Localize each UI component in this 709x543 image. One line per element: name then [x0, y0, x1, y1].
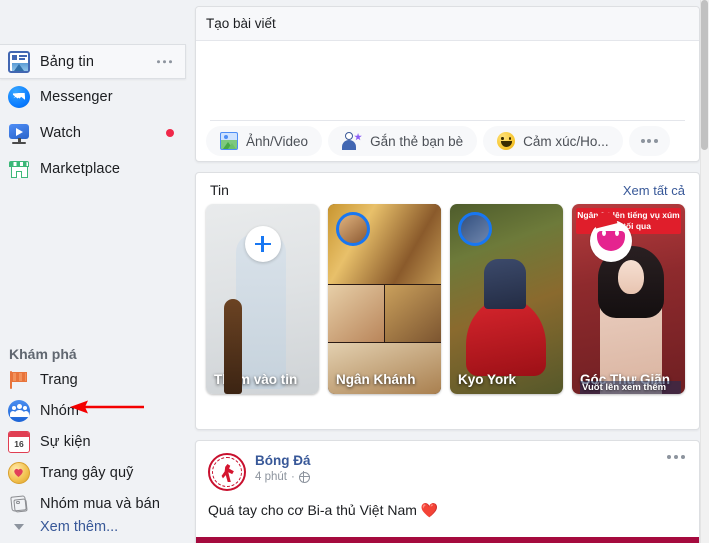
post-dot-separator: ·	[290, 471, 295, 483]
stories-title: Tin	[210, 182, 229, 198]
sidebar-item-marketplace[interactable]: Marketplace	[0, 151, 190, 187]
create-post-title: Tạo bài viết	[206, 16, 276, 31]
explore-nav: Trang Nhóm 16 Sự kiện Trang gây quỹ Nhóm…	[0, 364, 190, 519]
feeling-activity-icon	[497, 132, 516, 150]
page-scrollbar[interactable]	[700, 0, 709, 543]
create-post-header: Tạo bài viết	[196, 7, 699, 41]
more-options-icon	[640, 139, 658, 143]
sidebar-item-label: Messenger	[40, 89, 113, 105]
marketplace-icon	[8, 158, 30, 180]
tag-friends-button[interactable]: Gắn thẻ bạn bè	[328, 126, 478, 156]
news-feed-icon	[8, 50, 30, 73]
sidebar-item-messenger[interactable]: Messenger	[0, 79, 190, 115]
sidebar-item-watch[interactable]: Watch	[0, 115, 190, 151]
messenger-icon	[8, 86, 30, 108]
tag-friends-icon	[342, 132, 362, 150]
story-card[interactable]: Ngân Khánh	[328, 204, 441, 394]
story-author-avatar	[458, 212, 492, 246]
left-sidebar: Bảng tin Messenger Watch Marketplace Khá…	[0, 0, 190, 543]
sidebar-see-more-button[interactable]: Xem thêm...	[0, 512, 190, 542]
post-text: Quá tay cho cơ Bi-a thủ Việt Nam ❤️	[208, 502, 439, 518]
story-thumbnail	[618, 260, 644, 294]
post-attached-image[interactable]	[196, 537, 699, 543]
facebook-page: Bảng tin Messenger Watch Marketplace Khá…	[0, 0, 709, 543]
feed-post: Bóng Đá 4 phút · Quá tay cho cơ Bi-a thủ…	[195, 440, 700, 543]
sidebar-item-label: Watch	[40, 125, 82, 141]
watch-unread-badge	[166, 129, 174, 137]
story-card-add-story[interactable]: Thêm vào tin	[206, 204, 319, 394]
sidebar-item-label: Sự kiện	[40, 433, 91, 450]
watch-icon	[8, 122, 30, 144]
events-calendar-icon: 16	[8, 430, 30, 453]
sidebar-item-events[interactable]: 16 Sự kiện	[0, 426, 190, 457]
explore-section-title: Khám phá	[9, 346, 77, 362]
post-timestamp-row: 4 phút ·	[255, 469, 311, 485]
photo-video-icon	[220, 132, 238, 150]
fundraiser-icon	[8, 461, 30, 484]
main-column: Tạo bài viết Ảnh/Video Gắn thẻ bạn bè Cả…	[195, 0, 700, 543]
sidebar-item-label: Bảng tin	[40, 53, 95, 70]
story-caption: Kyo York	[458, 372, 517, 387]
feeling-activity-label: Cảm xúc/Ho...	[523, 133, 609, 149]
primary-nav: Bảng tin Messenger Watch Marketplace	[0, 44, 190, 187]
photo-video-button[interactable]: Ảnh/Video	[206, 126, 323, 156]
story-caption: Thêm vào tin	[214, 372, 298, 387]
sidebar-item-groups[interactable]: Nhóm	[0, 395, 190, 426]
stories-see-all-link[interactable]: Xem tất cả	[623, 183, 685, 198]
sidebar-item-label: Marketplace	[40, 161, 121, 177]
create-post-input[interactable]	[196, 41, 699, 121]
stories-card: Tin Xem tất cả Thêm vào tin Ngân Khánh K…	[195, 172, 700, 430]
photo-video-label: Ảnh/Video	[246, 133, 309, 149]
globe-icon	[298, 471, 310, 483]
post-header: Bóng Đá 4 phút ·	[196, 441, 699, 491]
chevron-down-icon	[8, 524, 30, 530]
sidebar-item-label: Trang gây quỹ	[40, 464, 134, 481]
see-more-label: Xem thêm...	[40, 519, 119, 535]
post-more-options-icon[interactable]	[667, 455, 685, 459]
post-meta: Bóng Đá 4 phút ·	[255, 453, 311, 485]
create-post-more-button[interactable]	[628, 126, 670, 156]
story-subcaption: Vuốt lên xem thêm	[580, 381, 681, 394]
page-flag-icon	[8, 369, 30, 391]
post-author-name[interactable]: Bóng Đá	[255, 453, 311, 469]
post-author-avatar[interactable]	[208, 453, 246, 491]
stories-header: Tin Xem tất cả	[196, 173, 699, 204]
create-post-card: Tạo bài viết Ảnh/Video Gắn thẻ bạn bè Cả…	[195, 6, 700, 162]
news-feed-more-options-icon[interactable]	[156, 59, 172, 64]
sidebar-item-label: Trang	[40, 371, 78, 388]
tag-friends-label: Gắn thẻ bạn bè	[370, 133, 464, 149]
create-post-actions: Ảnh/Video Gắn thẻ bạn bè Cảm xúc/Ho...	[196, 121, 699, 161]
sidebar-item-pages[interactable]: Trang	[0, 364, 190, 395]
story-caption: Ngân Khánh	[336, 372, 416, 387]
groups-icon	[8, 399, 30, 422]
sidebar-item-fundraisers[interactable]: Trang gây quỹ	[0, 457, 190, 488]
page-scrollbar-thumb[interactable]	[701, 0, 708, 150]
feeling-activity-button[interactable]: Cảm xúc/Ho...	[483, 126, 623, 156]
calendar-day-number: 16	[14, 438, 24, 449]
stories-list: Thêm vào tin Ngân Khánh Kyo York Ngân 98…	[196, 204, 699, 394]
sidebar-item-label: Nhóm mua và bán	[40, 495, 160, 512]
story-card[interactable]: Kyo York	[450, 204, 563, 394]
story-card[interactable]: Ngân 98 lên tiếng vụ xúm clip tối qua Gó…	[572, 204, 685, 394]
messenger-bolt-icon	[12, 93, 24, 99]
add-story-plus-icon[interactable]	[244, 226, 281, 262]
sidebar-item-news-feed[interactable]: Bảng tin	[0, 44, 186, 79]
story-author-avatar	[336, 212, 370, 246]
divider	[210, 120, 685, 121]
sidebar-item-label: Nhóm	[40, 402, 80, 419]
post-timestamp: 4 phút	[255, 471, 287, 483]
